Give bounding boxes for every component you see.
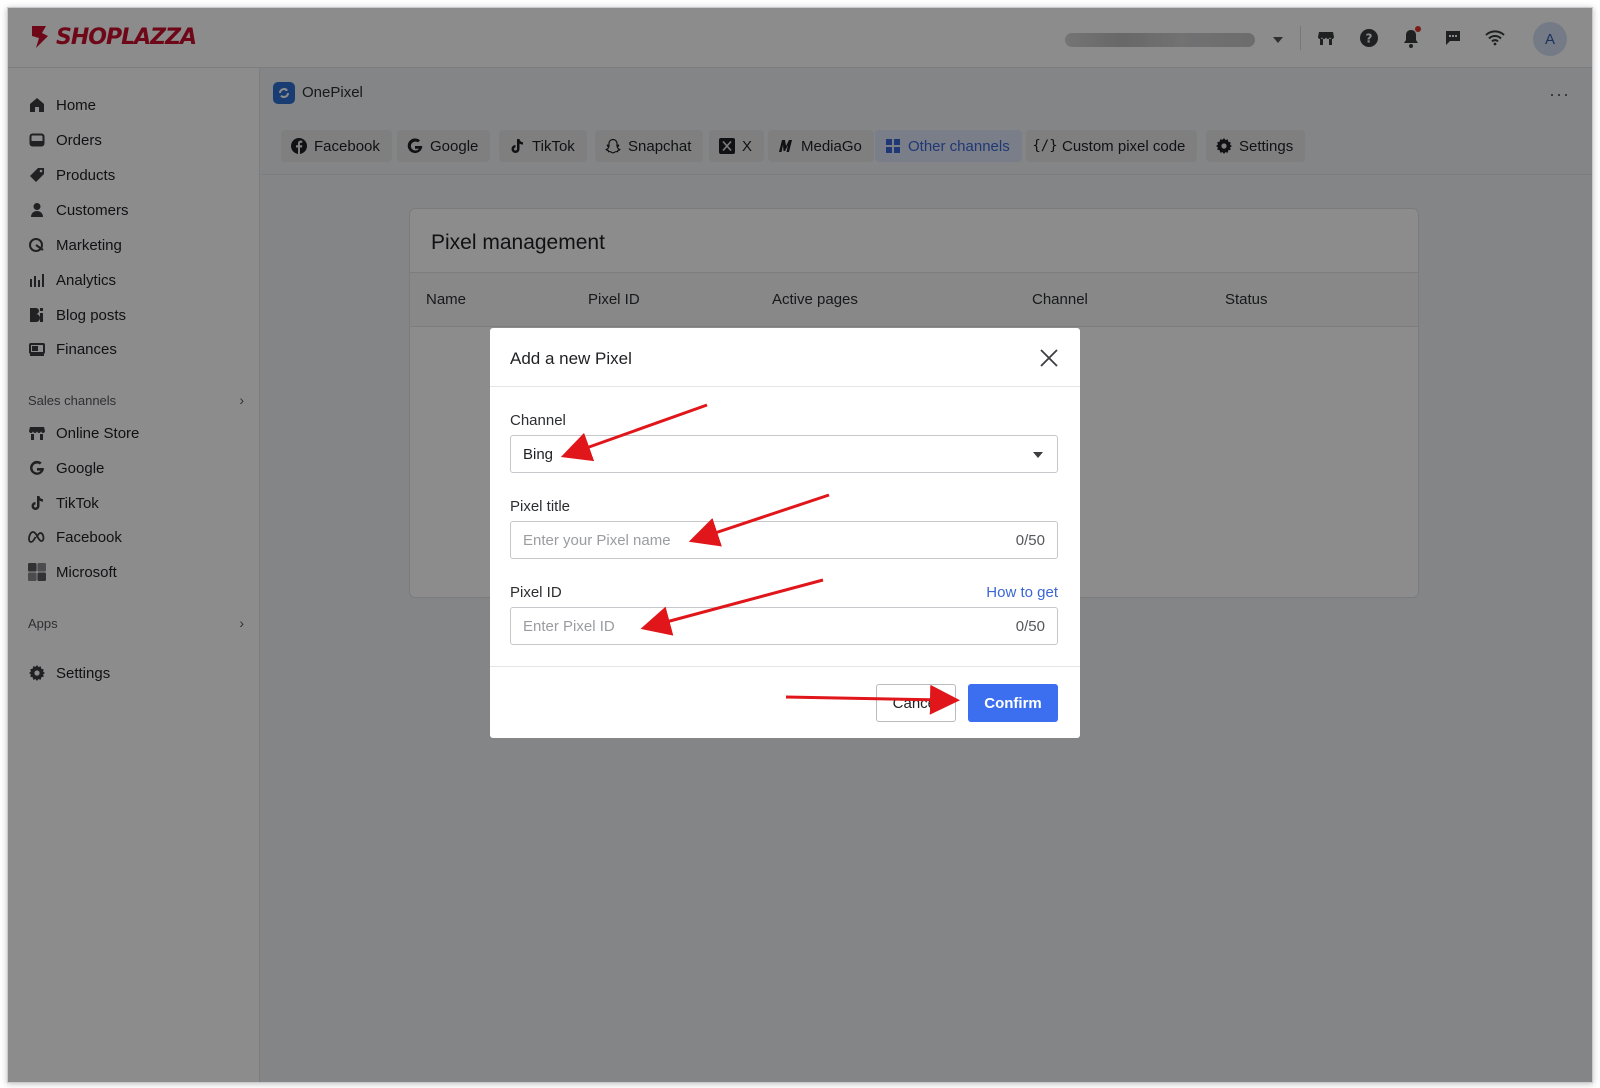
how-to-get-link[interactable]: How to get [986,584,1058,601]
close-icon[interactable] [1038,347,1060,369]
channel-select[interactable]: Bing [510,435,1058,473]
pixel-title-label: Pixel title [510,498,571,515]
channel-selected-value: Bing [523,446,554,463]
channel-label: Channel [510,412,566,429]
cancel-button[interactable]: Cancel [876,684,956,722]
pixel-id-char-count: 0/50 [1015,618,1045,635]
dialog-header: Add a new Pixel [490,328,1080,387]
pixel-title-input[interactable]: Enter your Pixel name 0/50 [510,521,1058,559]
dialog-title: Add a new Pixel [510,349,632,368]
pixel-title-char-count: 0/50 [1015,532,1045,549]
chevron-down-icon [1033,452,1043,458]
pixel-id-placeholder: Enter Pixel ID [523,618,615,635]
pixel-id-label: Pixel ID [510,584,562,601]
confirm-button[interactable]: Confirm [968,684,1058,722]
pixel-title-placeholder: Enter your Pixel name [523,532,671,549]
add-pixel-dialog: Add a new Pixel Channel Bing Pixel title… [490,328,1080,738]
dialog-footer: Cancel Confirm [490,666,1080,738]
pixel-id-input[interactable]: Enter Pixel ID 0/50 [510,607,1058,645]
